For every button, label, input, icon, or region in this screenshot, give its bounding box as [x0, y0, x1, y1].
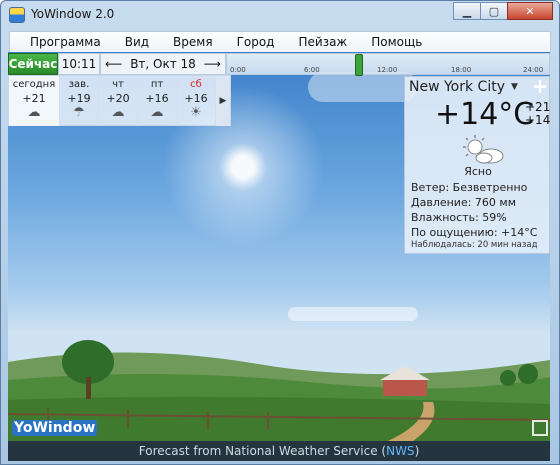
forecast-day-name: зав. — [68, 79, 90, 90]
footer-prefix: Forecast from National Weather Service ( — [138, 444, 387, 458]
current-temperature: +14°C — [435, 97, 535, 132]
fullscreen-icon[interactable] — [532, 420, 548, 436]
temp-low: +14 — [525, 113, 551, 127]
close-button[interactable]: ✕ — [507, 2, 553, 20]
maximize-button[interactable]: ▢ — [480, 2, 508, 20]
add-city-icon[interactable]: + — [531, 76, 549, 96]
sun-cloud-icon — [463, 135, 504, 164]
humidity-info: Влажность: 59% — [411, 211, 507, 224]
menu-program[interactable]: Программа — [30, 35, 101, 49]
timeline-tick: 6:00 — [304, 66, 320, 74]
menu-help[interactable]: Помощь — [371, 35, 422, 49]
forecast-day-temp: +20 — [106, 92, 130, 105]
forecast-day-temp: +21 — [22, 92, 46, 105]
arrow-right-icon[interactable]: ⟶ — [204, 57, 221, 71]
current-date: Вт, Окт 18 — [130, 57, 196, 71]
forecast-day[interactable]: пт +16 ☁ — [138, 76, 177, 126]
now-button[interactable]: Сейчас — [8, 53, 58, 75]
forecast-strip: сегодня +21 ☁ зав. +19 ☂ чт +20 ☁ пт +16… — [8, 75, 231, 126]
cloud-decoration — [308, 72, 418, 102]
forecast-day-name: пт — [150, 79, 164, 90]
forecast-day-temp: +16 — [145, 92, 169, 105]
timeline-slider[interactable]: 0:00 6:00 12:00 18:00 24:00 — [226, 53, 550, 76]
forecast-day-name: сегодня — [12, 79, 56, 90]
forecast-source-footer: Forecast from National Weather Service (… — [8, 441, 550, 461]
cloud-icon: ☁ — [111, 105, 125, 120]
menu-view[interactable]: Вид — [125, 35, 149, 49]
timeline-tick: 12:00 — [377, 66, 398, 74]
forecast-day[interactable]: сегодня +21 ☁ — [9, 76, 60, 126]
menu-city[interactable]: Город — [237, 35, 275, 49]
current-weather-panel: New York City ▼ + +14°C +21 +14 Ясно Вет… — [404, 76, 550, 254]
forecast-day[interactable]: зав. +19 ☂ — [60, 76, 99, 126]
condition-text: Ясно — [464, 165, 492, 178]
rain-cloud-icon: ☂ — [73, 105, 85, 120]
cloud-decoration — [288, 307, 418, 321]
timeline-tick: 0:00 — [230, 66, 246, 74]
forecast-day[interactable]: чт +20 ☁ — [99, 76, 138, 126]
window-title: YoWindow 2.0 — [31, 7, 115, 21]
app-icon — [9, 7, 25, 23]
chevron-right-icon[interactable]: ▶ — [216, 76, 230, 126]
time-bar: Сейчас 10:11 ⟵ Вт, Окт 18 ⟶ 0:00 6:00 12… — [8, 53, 550, 76]
minimize-button[interactable]: ▁ — [453, 2, 481, 20]
forecast-day-temp: +16 — [184, 92, 208, 105]
date-selector: ⟵ Вт, Окт 18 ⟶ — [100, 53, 226, 75]
yowindow-logo[interactable]: YoWindow — [12, 420, 98, 436]
city-name[interactable]: New York City — [409, 79, 505, 95]
pressure-info: Давление: 760 мм — [411, 196, 517, 209]
menu-bar: Программа Вид Время Город Пейзаж Помощь — [9, 31, 551, 53]
sun-cloud-icon: ☀ — [190, 105, 202, 120]
wind-info: Ветер: Безветренно — [411, 181, 528, 194]
menu-time[interactable]: Время — [173, 35, 213, 49]
forecast-day-name: чт — [112, 79, 124, 90]
title-bar[interactable]: YoWindow 2.0 ▁ ▢ ✕ — [1, 1, 559, 29]
arrow-left-icon[interactable]: ⟵ — [105, 57, 122, 71]
forecast-day-name: сб — [190, 79, 202, 90]
feels-like-info: По ощущению: +14°C — [411, 226, 538, 239]
dropdown-arrow-icon[interactable]: ▼ — [511, 82, 518, 92]
footer-suffix: ) — [414, 444, 420, 458]
timeline-handle[interactable] — [355, 54, 363, 76]
current-time: 10:11 — [58, 53, 100, 75]
temperature-range: +21 +14 — [525, 101, 550, 127]
cloud-icon: ☁ — [27, 105, 41, 120]
menu-landscape[interactable]: Пейзаж — [298, 35, 347, 49]
timeline-tick: 24:00 — [523, 66, 544, 74]
window-controls: ▁ ▢ ✕ — [453, 2, 553, 20]
nws-link[interactable]: NWS — [386, 444, 414, 458]
cloud-icon: ☁ — [150, 105, 164, 120]
observed-time: Наблюдалась: 20 мин назад — [411, 240, 538, 250]
logo-text: YoWindow — [12, 420, 98, 436]
forecast-day[interactable]: сб +16 ☀ — [177, 76, 216, 126]
timeline-tick: 18:00 — [451, 66, 472, 74]
forecast-day-temp: +19 — [67, 92, 91, 105]
